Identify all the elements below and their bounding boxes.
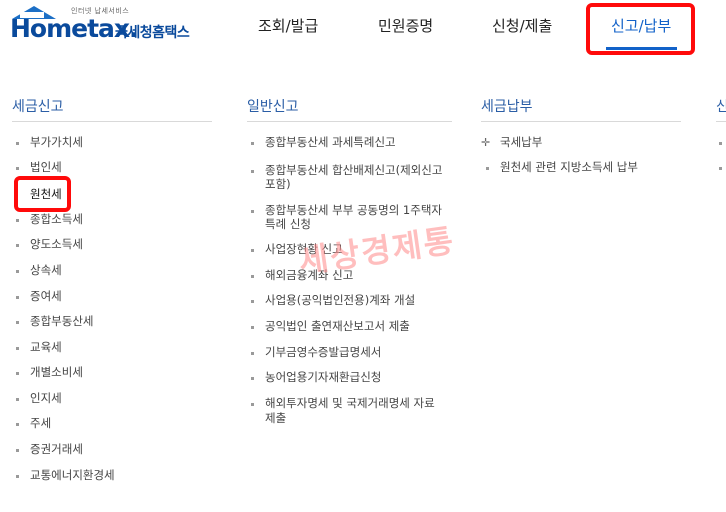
menu-item-property-tax[interactable]: 종합부동산세 — [30, 313, 93, 329]
menu-item-withholding-tax[interactable]: 원천세 — [30, 186, 62, 202]
bullet-icon — [251, 275, 254, 278]
bullet-icon — [16, 244, 19, 247]
menu-item-securities-tax[interactable]: 증권거래세 — [30, 441, 83, 457]
divider — [716, 121, 726, 122]
bullet-icon — [719, 167, 722, 170]
menu-item-local-income-tax-payment[interactable]: 원천세 관련 지방소득세 납부 — [500, 159, 638, 175]
section-title-tax-payment: 세금납부 — [481, 99, 533, 115]
bullet-icon — [16, 270, 19, 273]
menu-item-donation-receipt[interactable]: 기부금영수증발급명세서 — [265, 344, 381, 360]
bullet-icon — [16, 449, 19, 452]
bullet-icon — [16, 423, 19, 426]
nav-item-filing-payment[interactable]: 신고/납부 — [611, 14, 671, 38]
bullet-icon — [486, 167, 489, 170]
bullet-icon — [251, 300, 254, 303]
bullet-icon — [16, 167, 19, 170]
divider — [247, 121, 452, 122]
menu-item-public-corp-report[interactable]: 공익법인 출연재산보고서 제출 — [265, 318, 410, 334]
bullet-icon — [251, 377, 254, 380]
bullet-icon — [16, 398, 19, 401]
logo-name: 국세청홈택스 — [115, 25, 190, 41]
bullet-icon — [16, 347, 19, 350]
menu-item-gift-tax[interactable]: 증여세 — [30, 288, 62, 304]
bullet-icon — [251, 142, 254, 145]
header: 인터넷 납세서비스 Hometax. 국세청홈택스 조회/발급 민원증명 신청/… — [0, 0, 726, 62]
bullet-icon — [251, 170, 254, 173]
menu-item-excise-tax[interactable]: 개별소비세 — [30, 364, 83, 380]
bullet-icon — [719, 142, 722, 145]
bullet-icon — [16, 372, 19, 375]
nav-item-inquiry[interactable]: 조회/발급 — [258, 14, 318, 38]
menu-item-liquor-tax[interactable]: 주세 — [30, 415, 51, 431]
bullet-icon — [16, 321, 19, 324]
bullet-icon — [16, 219, 19, 222]
bullet-icon — [16, 296, 19, 299]
bullet-icon — [251, 210, 254, 213]
nav-item-certificates[interactable]: 민원증명 — [378, 14, 433, 38]
menu-item-joint-ownership-cont[interactable]: 특례 신청 — [265, 216, 311, 232]
menu-item-stamp-tax[interactable]: 인지세 — [30, 390, 62, 406]
watermark-text: 세상경제통 — [296, 221, 458, 281]
menu-item-overseas-investment-cont[interactable]: 제출 — [265, 410, 286, 426]
bullet-icon — [16, 475, 19, 478]
menu-item-vat[interactable]: 부가가치세 — [30, 134, 83, 150]
hometax-logo[interactable]: 인터넷 납세서비스 Hometax. 국세청홈택스 — [10, 4, 200, 50]
menu-item-farm-equipment-refund[interactable]: 농어업용기자재환급신청 — [265, 369, 381, 385]
menu-item-business-account[interactable]: 사업용(공익법인전용)계좌 개설 — [265, 292, 415, 308]
menu-item-education-tax[interactable]: 교육세 — [30, 339, 62, 355]
bullet-icon — [251, 403, 254, 406]
menu-item-capital-gains-tax[interactable]: 양도소득세 — [30, 236, 83, 252]
nav-item-application[interactable]: 신청/제출 — [492, 14, 552, 38]
bullet-icon — [251, 326, 254, 329]
bullet-icon — [251, 249, 254, 252]
menu-item-property-special[interactable]: 종합부동산세 과세특례신고 — [265, 134, 396, 150]
menu-item-property-exclusion-cont[interactable]: 포함) — [265, 176, 291, 192]
bullet-icon — [16, 142, 19, 145]
menu-item-inheritance-tax[interactable]: 상속세 — [30, 262, 62, 278]
menu-item-corporate-tax[interactable]: 법인세 — [30, 159, 62, 175]
divider — [481, 121, 681, 122]
menu-item-income-tax[interactable]: 종합소득세 — [30, 211, 83, 227]
menu-item-overseas-investment[interactable]: 해외투자명세 및 국제거래명세 자료 — [265, 395, 435, 411]
menu-item-national-tax-payment[interactable]: 국세납부 — [500, 134, 542, 150]
menu-item-property-exclusion[interactable]: 종합부동산세 합산배제신고(제외신고 — [265, 162, 442, 178]
divider — [12, 121, 212, 122]
menu-item-transport-energy-tax[interactable]: 교통에너지환경세 — [30, 467, 115, 483]
nav-active-underline — [606, 47, 677, 50]
bullet-icon — [251, 352, 254, 355]
plus-cross-icon: ✛ — [481, 136, 491, 149]
section-title-col4: 신 — [716, 99, 726, 115]
section-title-general-filing: 일반신고 — [247, 99, 299, 115]
section-title-tax-filing: 세금신고 — [12, 99, 64, 115]
